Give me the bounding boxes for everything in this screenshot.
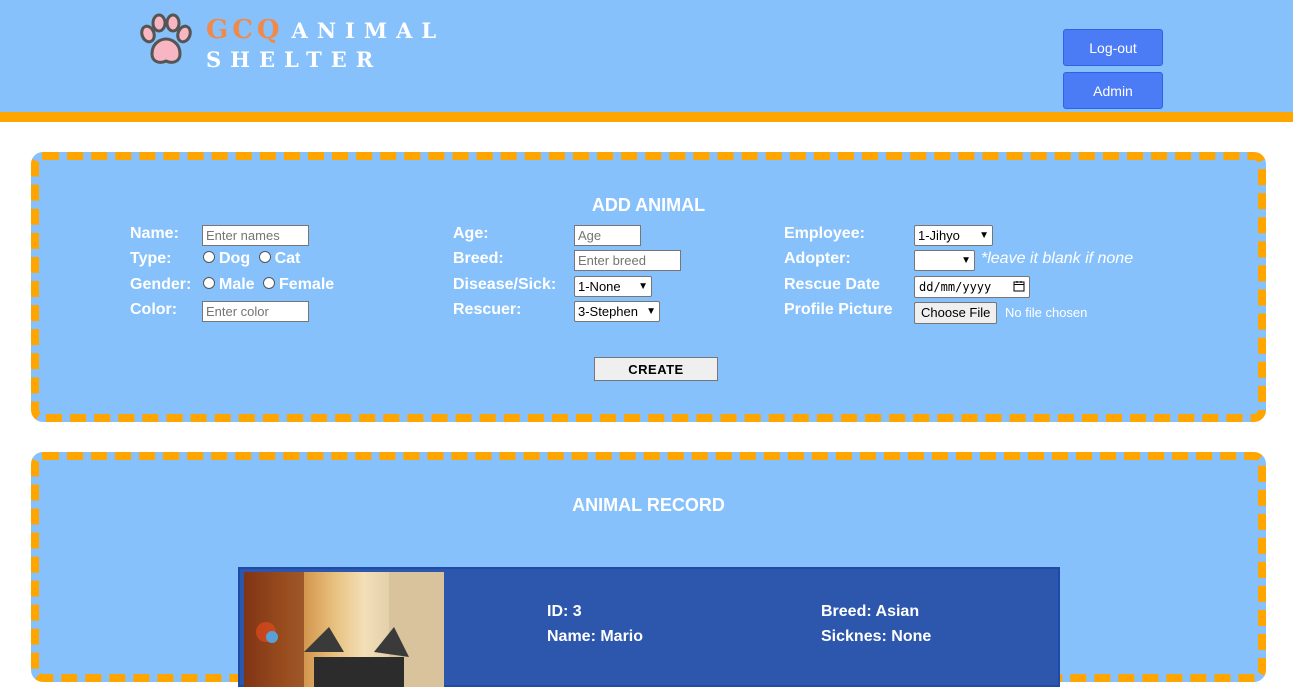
brand-line2: SHELTER bbox=[206, 47, 383, 72]
add-animal-title: ADD ANIMAL bbox=[591, 195, 706, 215]
profile-picture-label: Profile Picture bbox=[784, 301, 893, 318]
brand-title: GCQ ANIMAL SHELTER bbox=[206, 16, 445, 74]
animal-record-panel: ANIMAL RECORD ID: 3 Name: Mario Breed: A… bbox=[31, 452, 1266, 687]
breed-input[interactable] bbox=[574, 250, 681, 271]
rescue-date-label: Rescue Date bbox=[784, 276, 881, 293]
disease-label: Disease/Sick: bbox=[453, 276, 557, 293]
paw-logo-icon bbox=[134, 12, 196, 68]
logout-button[interactable]: Log-out bbox=[1063, 29, 1163, 66]
chevron-down-icon: ▼ bbox=[961, 255, 971, 266]
adopter-label: Adopter: bbox=[784, 250, 851, 267]
age-input[interactable] bbox=[574, 225, 641, 246]
record-name: Name: Mario bbox=[547, 628, 644, 645]
employee-label: Employee: bbox=[784, 225, 865, 242]
name-input[interactable] bbox=[202, 225, 309, 246]
rescuer-select-value: 3-Stephen bbox=[578, 304, 638, 319]
rescuer-label: Rescuer: bbox=[453, 301, 522, 318]
create-button[interactable]: CREATE bbox=[594, 357, 718, 381]
admin-button[interactable]: Admin bbox=[1063, 72, 1163, 109]
female-radio[interactable] bbox=[263, 276, 276, 289]
name-label: Name: bbox=[130, 225, 179, 242]
rescue-date-input[interactable]: dd/mm/yyyy bbox=[914, 276, 1030, 298]
chevron-down-icon: ▼ bbox=[979, 230, 989, 241]
female-radio-label: Female bbox=[279, 276, 335, 293]
file-status: No file chosen bbox=[1005, 305, 1088, 320]
brand-line1: ANIMAL bbox=[291, 18, 446, 43]
employee-select-value: 1-Jihyo bbox=[918, 228, 960, 243]
age-label: Age: bbox=[453, 225, 489, 242]
male-radio-label: Male bbox=[219, 276, 255, 293]
male-radio[interactable] bbox=[203, 276, 215, 289]
color-input[interactable] bbox=[202, 301, 309, 322]
color-label: Color: bbox=[130, 301, 178, 318]
brand-prefix: GCQ bbox=[206, 15, 284, 45]
header-stripe bbox=[0, 112, 1293, 122]
choose-file-button[interactable]: Choose File bbox=[914, 302, 998, 324]
rescuer-select[interactable]: 3-Stephen ▼ bbox=[574, 301, 660, 322]
type-radio-group: Dog Cat bbox=[203, 250, 300, 268]
gender-label: Gender: bbox=[130, 276, 192, 293]
cat-radio[interactable] bbox=[258, 250, 271, 263]
rescue-date-value: dd/mm/yyyy bbox=[919, 280, 992, 294]
adopter-hint: *leave it blank if none bbox=[981, 250, 1134, 267]
type-label: Type: bbox=[130, 250, 172, 267]
dog-radio-label: Dog bbox=[219, 250, 251, 267]
add-animal-panel: ADD ANIMAL Name: Type: Dog Cat Gender: M… bbox=[31, 152, 1266, 422]
disease-select-value: 1-None bbox=[578, 279, 621, 294]
animal-photo bbox=[244, 572, 444, 687]
animal-record-title: ANIMAL RECORD bbox=[572, 495, 725, 515]
employee-select[interactable]: 1-Jihyo ▼ bbox=[914, 225, 993, 246]
record-breed: Breed: Asian bbox=[821, 603, 920, 620]
gender-radio-group: Male Female bbox=[203, 276, 334, 294]
calendar-icon[interactable] bbox=[1013, 280, 1025, 295]
record-id: ID: 3 bbox=[547, 603, 582, 620]
disease-select[interactable]: 1-None ▼ bbox=[574, 276, 652, 297]
adopter-select[interactable]: ▼ bbox=[914, 250, 975, 271]
record-sickness: Sicknes: None bbox=[821, 628, 932, 645]
cat-radio-label: Cat bbox=[274, 250, 301, 267]
chevron-down-icon: ▼ bbox=[638, 281, 648, 292]
breed-label: Breed: bbox=[453, 250, 504, 267]
chevron-down-icon: ▼ bbox=[646, 306, 656, 317]
site-header: GCQ ANIMAL SHELTER Log-out Admin bbox=[0, 0, 1293, 112]
animal-record-card[interactable]: ID: 3 Name: Mario Breed: Asian Sicknes: … bbox=[238, 567, 1060, 687]
dog-radio[interactable] bbox=[203, 250, 215, 263]
